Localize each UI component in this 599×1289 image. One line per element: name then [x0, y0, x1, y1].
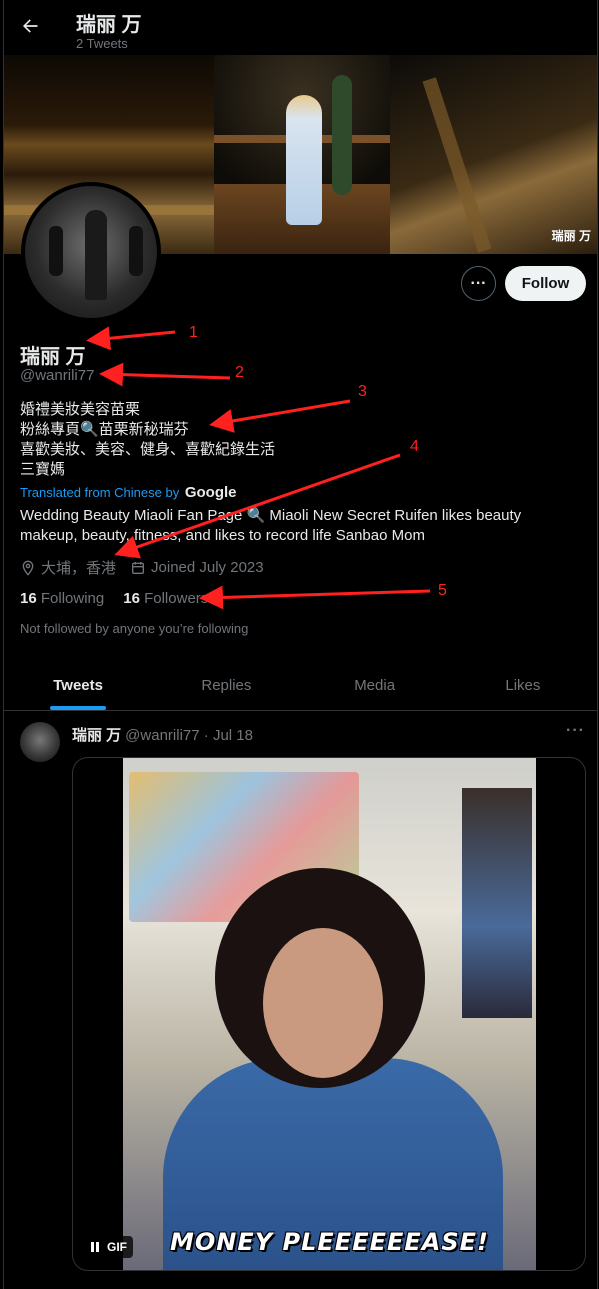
bio-line: 婚禮美妝美容苗栗 — [20, 401, 141, 418]
header-title: 瑞丽 万 — [76, 14, 142, 36]
profile-meta: 大埔，香港 Joined July 2023 — [20, 557, 278, 578]
calendar-icon — [130, 560, 146, 576]
bio-line: 三寶媽 — [20, 461, 66, 478]
tab-media[interactable]: Media — [301, 660, 449, 710]
tweet-separator: · — [203, 727, 209, 744]
joined-text: Joined July 2023 — [151, 559, 264, 576]
follow-counts: 16 Following 16 Followers — [20, 590, 227, 607]
banner-center-image — [214, 55, 390, 254]
gif-caption: MONEY PLEEEEEEASE! — [170, 1228, 489, 1256]
gif-badge-label: GIF — [107, 1240, 127, 1254]
bio-line: 喜歡美妝、美容、健身、喜歡紀錄生活 — [20, 441, 276, 458]
arrow-left-icon — [23, 19, 38, 33]
profile-handle: @wanrili77 — [20, 367, 95, 384]
tweet-more-button[interactable]: ··· — [566, 722, 585, 740]
profile-bio: 婚禮美妝美容苗栗 粉絲專頁🔍苗栗新秘瑞芬 喜歡美妝、美容、健身、喜歡紀錄生活 三… — [20, 400, 275, 480]
pause-icon — [91, 1242, 101, 1252]
google-logo: Google — [184, 484, 237, 501]
followers-link[interactable]: 16 Followers — [123, 590, 208, 607]
more-options-button[interactable]: ··· — [461, 266, 496, 301]
translated-bio: Wedding Beauty Miaoli Fan Page 🔍 Miaoli … — [20, 507, 522, 544]
header-tweet-count: 2 Tweets — [76, 36, 128, 51]
tweet-media[interactable]: MONEY PLEEEEEEASE! GIF — [72, 757, 586, 1271]
translated-prefix: Translated from Chinese by — [20, 485, 180, 500]
profile-page: 瑞丽 万 2 Tweets 瑞丽 万 ··· Follow 瑞丽 万 @wanr… — [3, 0, 598, 1289]
bio-line: 粉絲專頁🔍苗栗新秘瑞芬 — [20, 421, 189, 438]
location-item: 大埔，香港 — [20, 557, 116, 578]
banner-watermark: 瑞丽 万 — [551, 229, 591, 243]
gif-image[interactable]: MONEY PLEEEEEEASE! — [123, 758, 536, 1270]
joined-item: Joined July 2023 — [130, 559, 264, 576]
followers-label: Followers — [144, 590, 209, 607]
not-followed-note: Not followed by anyone you’re following — [20, 621, 249, 636]
gif-pause-button[interactable]: GIF — [85, 1236, 133, 1258]
followers-count: 16 — [123, 590, 140, 607]
profile-tabs: Tweets Replies Media Likes — [4, 660, 597, 711]
following-count: 16 — [20, 590, 37, 607]
tab-likes[interactable]: Likes — [449, 660, 597, 710]
profile-avatar[interactable] — [21, 182, 161, 322]
location-pin-icon — [20, 560, 36, 576]
tab-tweets[interactable]: Tweets — [4, 660, 152, 710]
location-text: 大埔，香港 — [41, 560, 117, 577]
following-label: Following — [40, 590, 105, 607]
translated-by-link[interactable]: Translated from Chinese by Google — [20, 484, 237, 501]
tweet-author-name[interactable]: 瑞丽 万 — [72, 727, 121, 744]
banner-right-image — [390, 55, 597, 254]
profile-name: 瑞丽 万 — [20, 346, 86, 368]
back-button[interactable] — [16, 12, 44, 40]
tweet-author-handle[interactable]: @wanrili77 — [125, 727, 199, 744]
tweet-date[interactable]: Jul 18 — [213, 727, 253, 744]
following-link[interactable]: 16 Following — [20, 590, 104, 607]
tweet-avatar[interactable] — [20, 722, 60, 762]
tweet-header: 瑞丽 万 @wanrili77 · Jul 18 — [72, 724, 253, 745]
follow-button[interactable]: Follow — [505, 266, 586, 301]
tab-replies[interactable]: Replies — [152, 660, 300, 710]
top-bar: 瑞丽 万 2 Tweets — [4, 0, 597, 54]
